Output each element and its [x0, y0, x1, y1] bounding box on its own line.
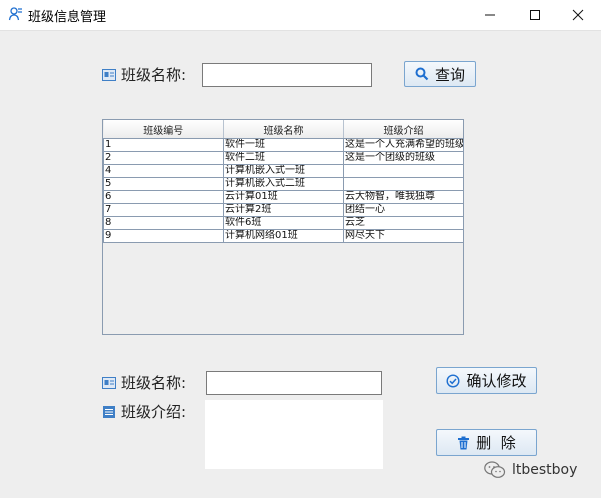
confirm-edit-button[interactable]: 确认修改	[436, 367, 537, 394]
cell-id[interactable]: 7	[103, 203, 224, 217]
table-row[interactable]: 6 云计算01班 云大物智，唯我独尊	[103, 190, 463, 204]
cell-intro[interactable]	[343, 164, 463, 178]
cell-intro[interactable]: 网尽天下	[343, 229, 463, 243]
cell-intro[interactable]: 云大物智，唯我独尊	[343, 190, 463, 204]
title-bar: 班级信息管理	[0, 0, 601, 31]
table-row[interactable]: 7 云计算2班 团结一心	[103, 203, 463, 217]
cell-id[interactable]: 9	[103, 229, 224, 243]
cell-name[interactable]: 软件6班	[223, 216, 344, 230]
edit-intro-textarea[interactable]	[205, 400, 383, 469]
close-button[interactable]	[555, 0, 601, 30]
search-button[interactable]: 查询	[404, 61, 476, 87]
cell-intro[interactable]: 这是一个团级的班级	[343, 151, 463, 165]
trash-icon	[458, 436, 470, 449]
delete-button[interactable]: 删 除	[436, 429, 537, 456]
class-table-scroll[interactable]: 班级编号 班级名称 班级介绍 1 软件一班 这是一个人充满希望的班级 2 软件二…	[102, 119, 464, 335]
cell-name[interactable]: 云计算01班	[223, 190, 344, 204]
form-icon	[102, 68, 116, 81]
cell-intro[interactable]: 这是一个人充满希望的班级	[343, 138, 463, 152]
cell-name[interactable]: 计算机网络01班	[223, 229, 344, 243]
edit-intro-label-text: 班级介绍:	[121, 403, 187, 421]
cell-name[interactable]: 软件一班	[223, 138, 344, 152]
app-icon	[8, 7, 22, 21]
cell-intro[interactable]: 云芝	[343, 216, 463, 230]
edit-name-input[interactable]	[206, 371, 382, 395]
close-icon	[572, 9, 584, 21]
maximize-icon	[530, 10, 540, 20]
cell-id[interactable]: 4	[103, 164, 224, 178]
cell-id[interactable]: 8	[103, 216, 224, 230]
cell-intro[interactable]	[343, 177, 463, 191]
watermark-text: ltbestboy	[512, 462, 578, 478]
cell-id[interactable]: 5	[103, 177, 224, 191]
check-circle-icon	[446, 373, 460, 388]
form-icon	[102, 376, 116, 389]
cell-intro[interactable]: 团结一心	[343, 203, 463, 217]
column-header-name[interactable]: 班级名称	[223, 120, 344, 139]
confirm-edit-label: 确认修改	[466, 372, 527, 390]
minimize-icon	[485, 14, 495, 16]
cell-id[interactable]: 2	[103, 151, 224, 165]
search-icon	[415, 67, 429, 81]
edit-name-label: 班级名称:	[102, 372, 186, 393]
column-header-id[interactable]: 班级编号	[103, 120, 224, 139]
edit-name-label-text: 班级名称:	[121, 374, 187, 392]
class-table: 班级编号 班级名称 班级介绍 1 软件一班 这是一个人充满希望的班级 2 软件二…	[103, 120, 463, 243]
search-name-input[interactable]	[202, 63, 372, 87]
window-title: 班级信息管理	[28, 10, 107, 25]
cell-name[interactable]: 计算机嵌入式二班	[223, 177, 344, 191]
table-header-row: 班级编号 班级名称 班级介绍	[103, 120, 463, 139]
column-header-intro[interactable]: 班级介绍	[343, 120, 463, 139]
main-window: 班级信息管理 班级名称: 查询 班级编号 班级名称 班级介绍 1 软件一班 这是…	[0, 0, 601, 498]
delete-button-label: 删 除	[476, 434, 516, 452]
table-row[interactable]: 1 软件一班 这是一个人充满希望的班级	[103, 138, 463, 152]
edit-intro-label: 班级介绍:	[102, 401, 186, 422]
search-label-text: 班级名称:	[121, 66, 187, 84]
cell-name[interactable]: 软件二班	[223, 151, 344, 165]
maximize-button[interactable]	[512, 0, 558, 30]
minimize-button[interactable]	[467, 0, 513, 30]
table-row[interactable]: 8 软件6班 云芝	[103, 216, 463, 230]
search-label: 班级名称:	[102, 64, 186, 85]
cell-name[interactable]: 云计算2班	[223, 203, 344, 217]
wechat-icon	[484, 461, 506, 478]
table-row[interactable]: 5 计算机嵌入式二班	[103, 177, 463, 191]
cell-id[interactable]: 1	[103, 138, 224, 152]
table-row[interactable]: 2 软件二班 这是一个团级的班级	[103, 151, 463, 165]
table-row[interactable]: 4 计算机嵌入式一班	[103, 164, 463, 178]
watermark: ltbestboy	[484, 461, 577, 479]
search-button-label: 查询	[434, 65, 465, 84]
cell-id[interactable]: 6	[103, 190, 224, 204]
table-row[interactable]: 9 计算机网络01班 网尽天下	[103, 229, 463, 243]
cell-name[interactable]: 计算机嵌入式一班	[223, 164, 344, 178]
list-icon	[103, 405, 115, 418]
